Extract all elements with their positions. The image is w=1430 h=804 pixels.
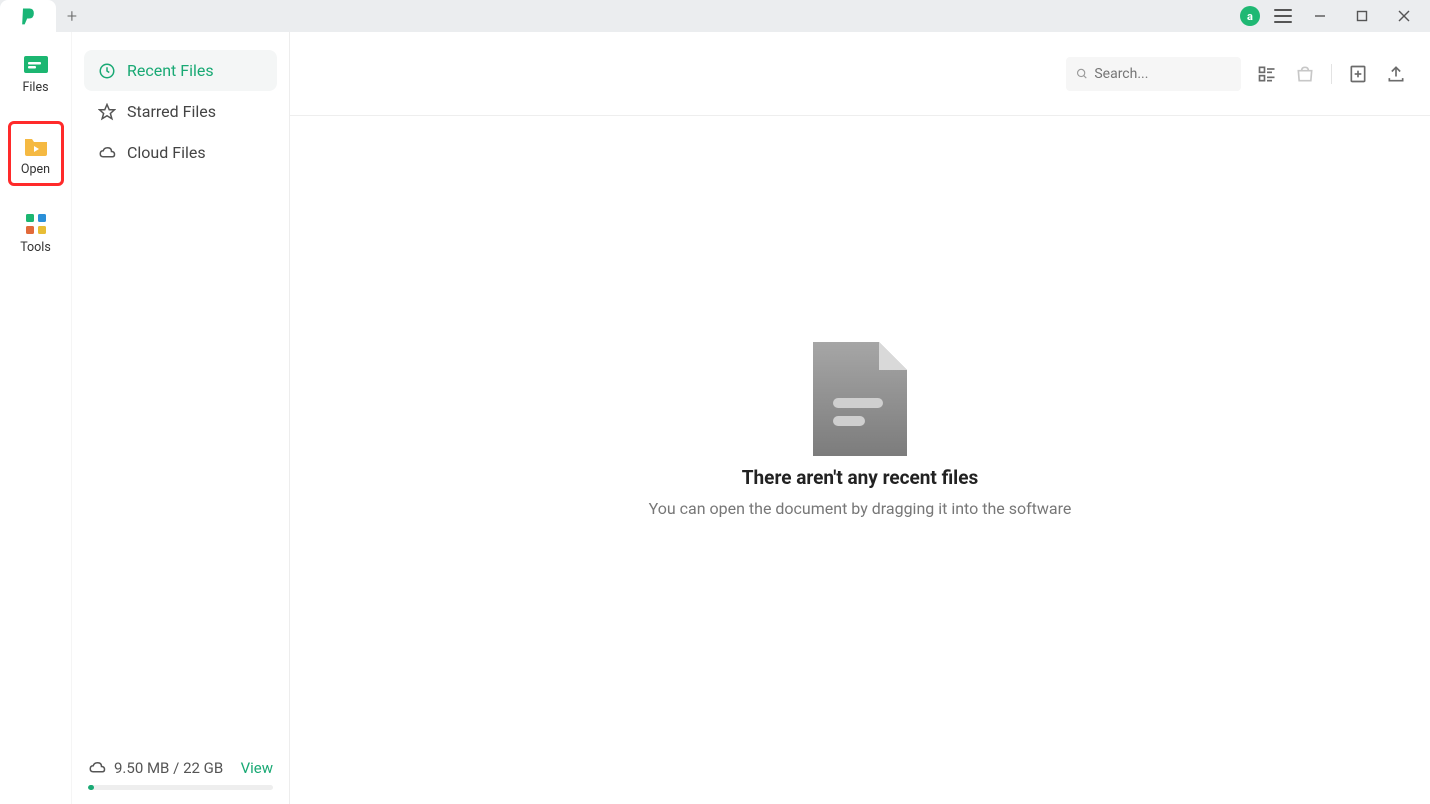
new-file-icon[interactable] bbox=[1346, 62, 1370, 86]
new-tab-button[interactable]: + bbox=[56, 0, 88, 32]
empty-title: There aren't any recent files bbox=[742, 466, 978, 489]
empty-state: There aren't any recent files You can op… bbox=[290, 116, 1430, 804]
app-logo-icon bbox=[18, 6, 38, 26]
divider bbox=[1331, 64, 1332, 84]
rail-item-label: Files bbox=[22, 80, 48, 95]
sidebar-item-starred[interactable]: Starred Files bbox=[84, 91, 277, 132]
minimize-button[interactable] bbox=[1306, 2, 1334, 30]
sidebar: Recent Files Starred Files Cloud Files 9… bbox=[72, 32, 290, 804]
titlebar: + a bbox=[0, 0, 1430, 32]
search-box[interactable] bbox=[1066, 57, 1241, 91]
search-input[interactable] bbox=[1094, 66, 1231, 82]
shop-icon[interactable] bbox=[1293, 62, 1317, 86]
storage-status: 9.50 MB / 22 GB View bbox=[84, 751, 277, 794]
cloud-icon bbox=[88, 759, 106, 777]
maximize-button[interactable] bbox=[1348, 2, 1376, 30]
sidebar-item-label: Cloud Files bbox=[127, 143, 206, 162]
storage-view-link[interactable]: View bbox=[241, 759, 273, 777]
titlebar-left: + bbox=[0, 0, 88, 32]
document-illustration-icon bbox=[813, 342, 907, 456]
titlebar-right: a bbox=[1240, 2, 1430, 30]
files-icon bbox=[23, 52, 49, 76]
view-list-icon[interactable] bbox=[1255, 62, 1279, 86]
cloud-icon bbox=[98, 144, 116, 162]
hamburger-menu-icon[interactable] bbox=[1274, 9, 1292, 23]
sidebar-item-recent[interactable]: Recent Files bbox=[84, 50, 277, 91]
open-folder-icon bbox=[23, 134, 49, 158]
storage-progress bbox=[88, 785, 273, 790]
rail-item-label: Tools bbox=[20, 240, 51, 255]
rail-item-label: Open bbox=[21, 162, 50, 177]
close-button[interactable] bbox=[1390, 2, 1418, 30]
rail-item-open[interactable]: Open bbox=[8, 121, 64, 186]
avatar[interactable]: a bbox=[1240, 6, 1260, 26]
sidebar-item-label: Starred Files bbox=[127, 102, 216, 121]
body: Files Open Tools Rec bbox=[0, 32, 1430, 804]
sidebar-item-cloud[interactable]: Cloud Files bbox=[84, 132, 277, 173]
upload-icon[interactable] bbox=[1384, 62, 1408, 86]
toolbar bbox=[290, 32, 1430, 116]
left-rail: Files Open Tools bbox=[0, 32, 72, 804]
search-icon bbox=[1076, 67, 1088, 81]
sidebar-item-label: Recent Files bbox=[127, 61, 214, 80]
storage-text: 9.50 MB / 22 GB bbox=[114, 759, 223, 777]
rail-item-tools[interactable]: Tools bbox=[8, 206, 64, 261]
star-icon bbox=[98, 103, 116, 121]
clock-icon bbox=[98, 62, 116, 80]
rail-item-files[interactable]: Files bbox=[8, 46, 64, 101]
main: There aren't any recent files You can op… bbox=[290, 32, 1430, 804]
app-tab[interactable] bbox=[0, 0, 56, 32]
empty-subtitle: You can open the document by dragging it… bbox=[649, 499, 1072, 518]
tools-icon bbox=[23, 212, 49, 236]
